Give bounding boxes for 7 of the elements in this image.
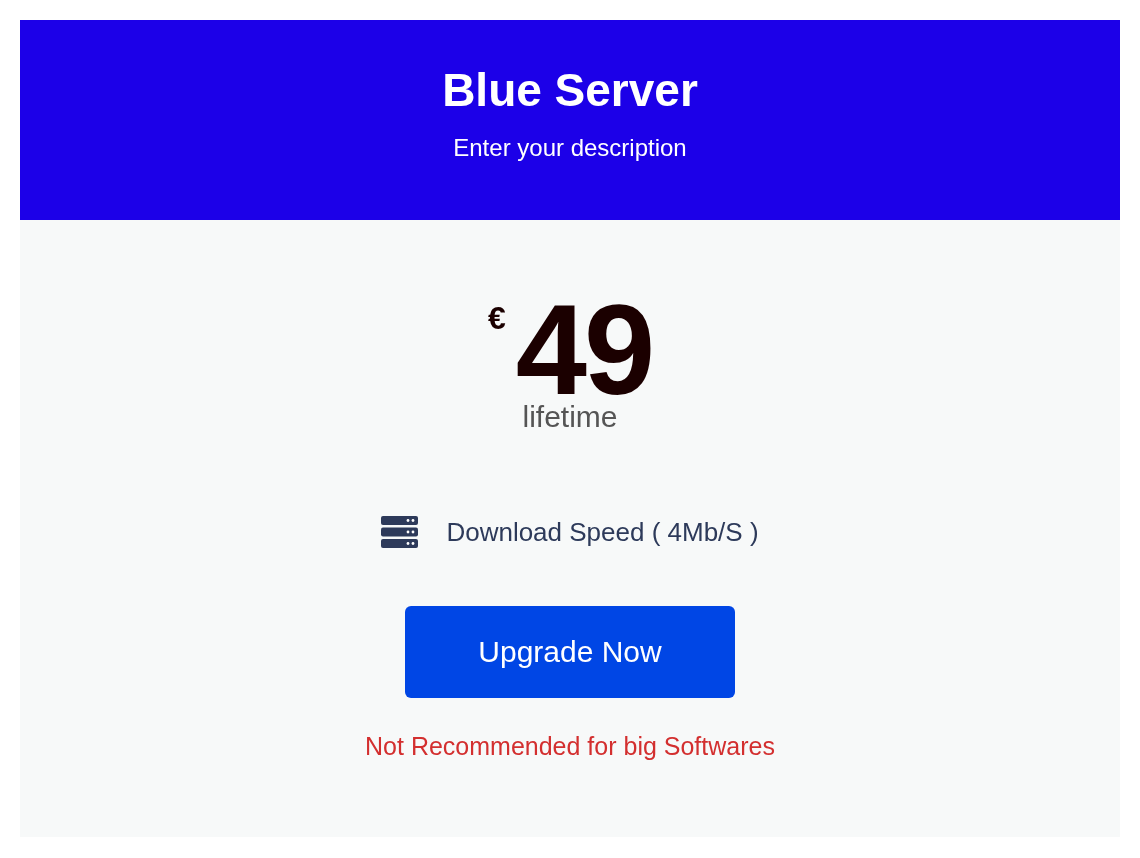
warning-note: Not Recommended for big Softwares [365, 732, 775, 761]
upgrade-button[interactable]: Upgrade Now [405, 606, 735, 698]
feature-text: Download Speed ( 4Mb/S ) [446, 516, 759, 548]
plan-title: Blue Server [442, 63, 698, 118]
server-icon [381, 516, 419, 548]
plan-description: Enter your description [453, 134, 687, 162]
currency-symbol: € [487, 300, 506, 337]
